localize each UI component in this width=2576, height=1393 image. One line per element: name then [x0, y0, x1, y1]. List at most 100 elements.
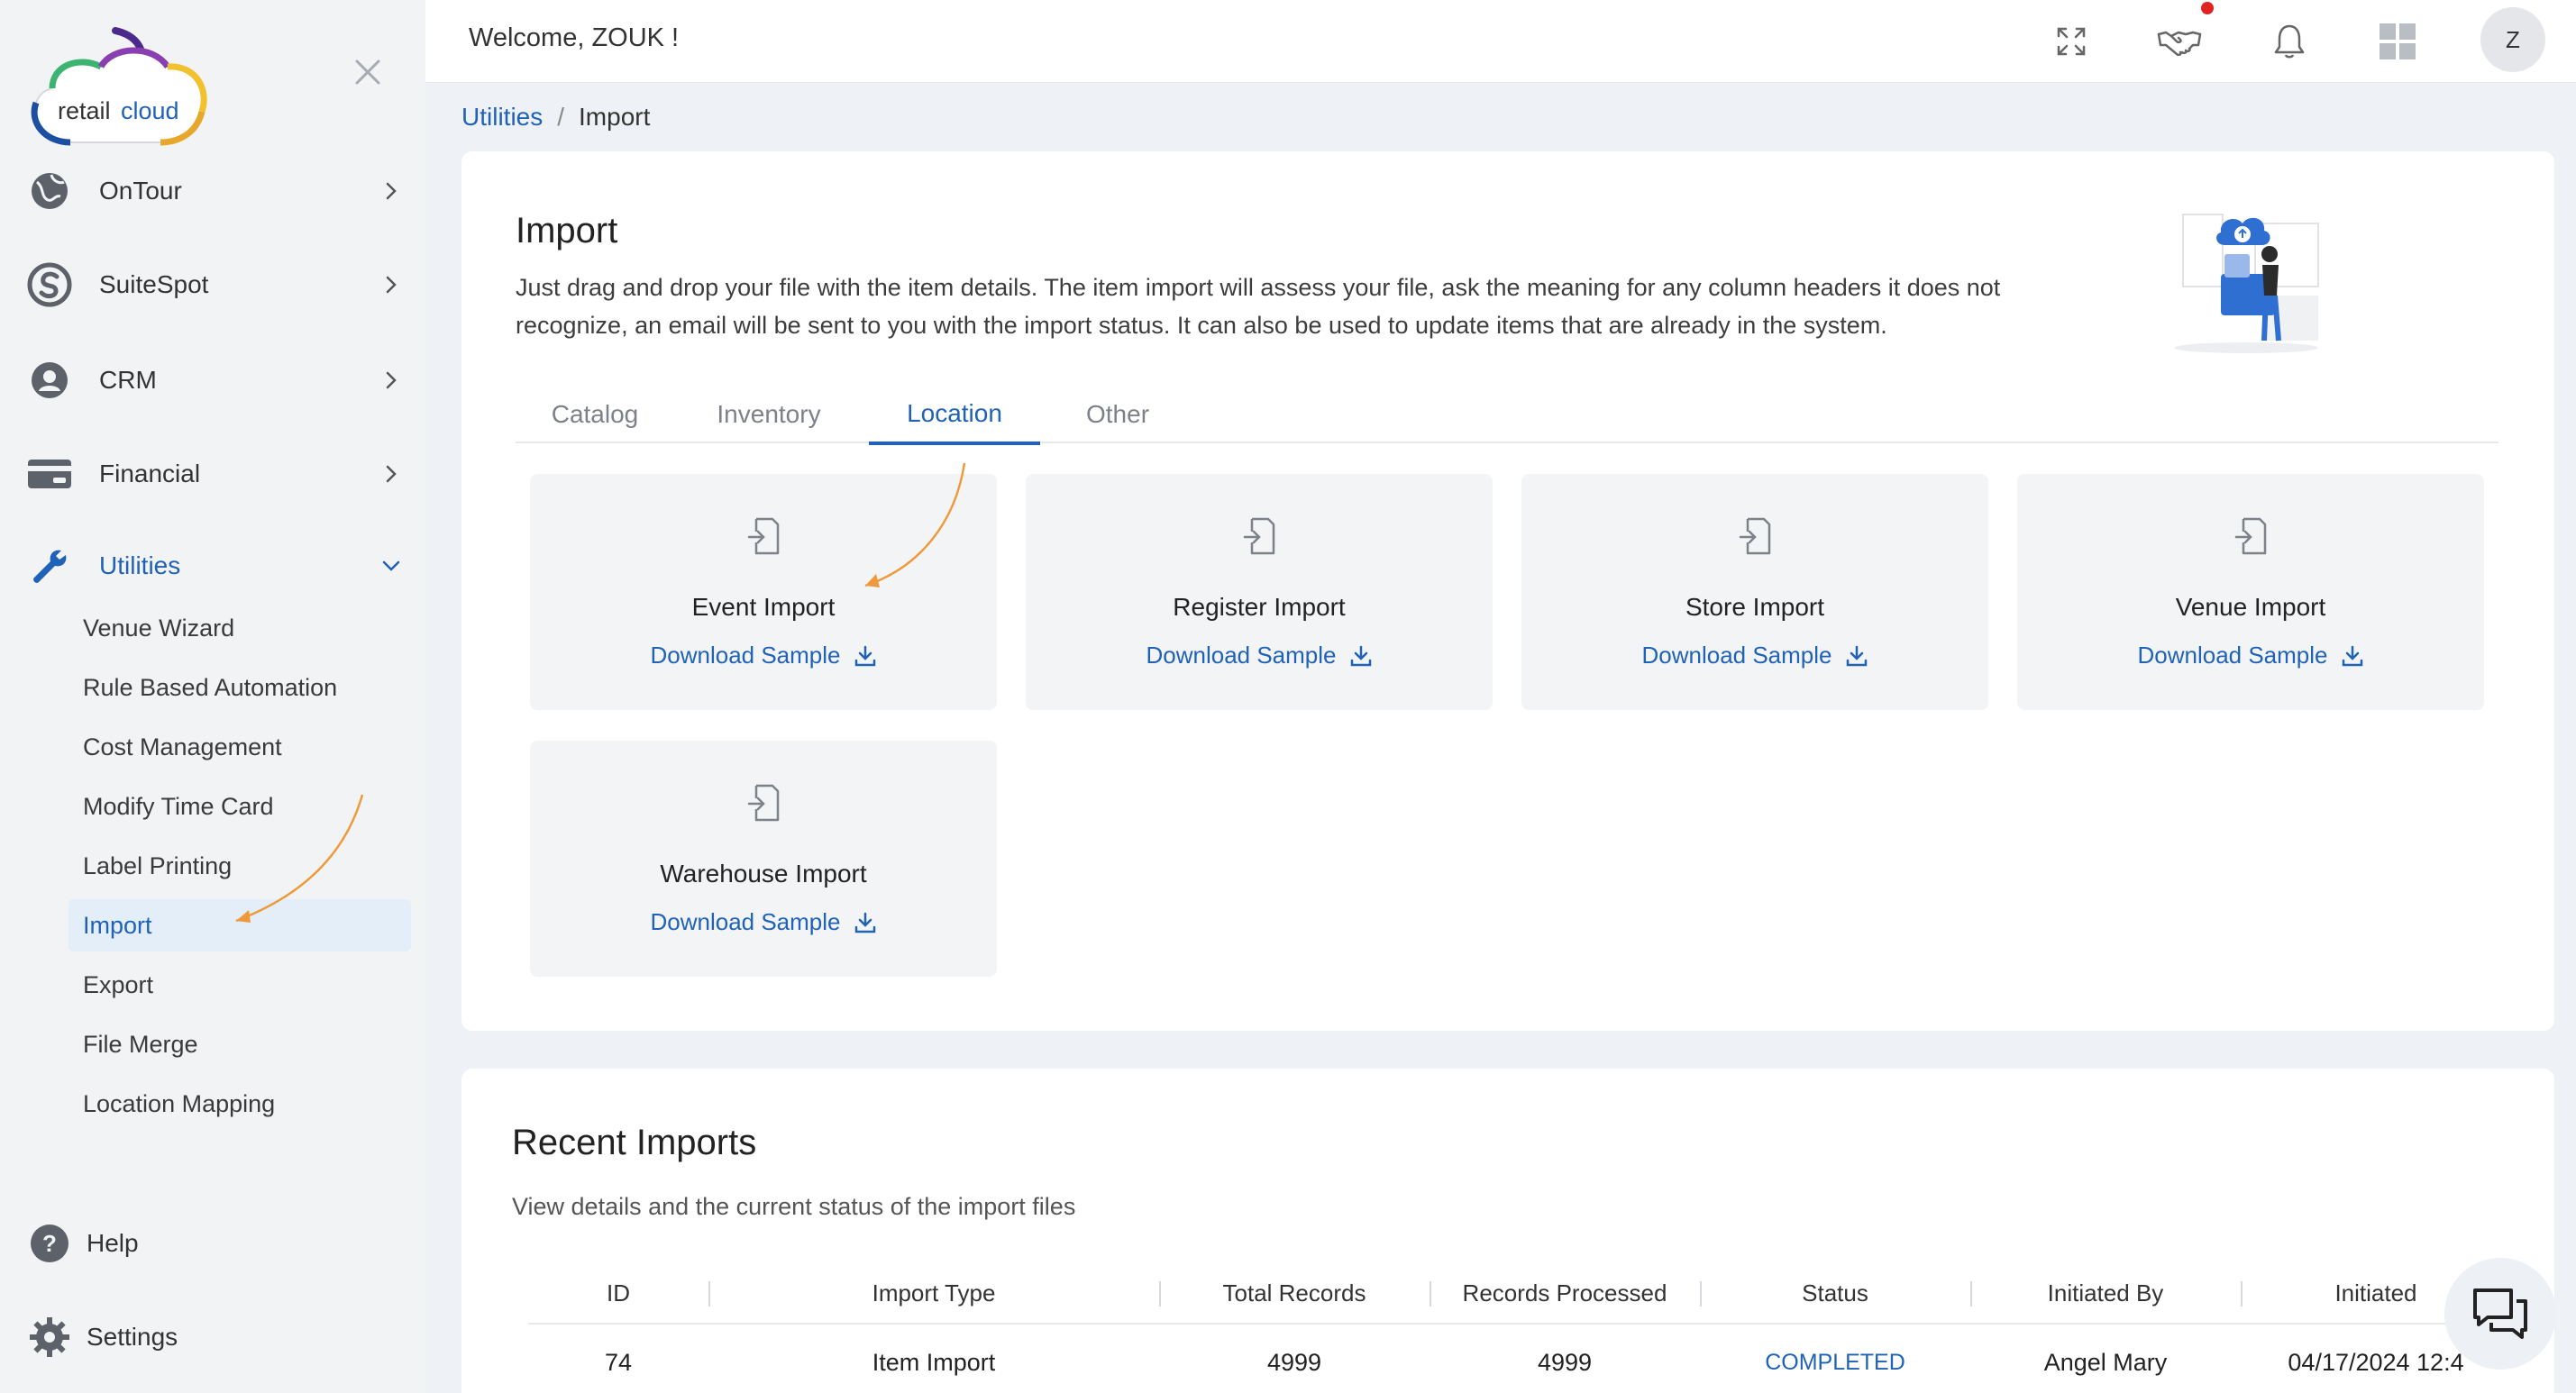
breadcrumb: Utilities / Import: [461, 103, 650, 132]
breadcrumb-separator: /: [557, 103, 565, 131]
tile-title: Event Import: [691, 593, 836, 621]
handshake-icon[interactable]: [2154, 16, 2205, 67]
column-header-initiated-by[interactable]: Initiated By: [1970, 1261, 2241, 1325]
sidebar-item-utilities[interactable]: Utilities: [0, 530, 425, 602]
sidebar-subitem-location-mapping[interactable]: Location Mapping: [69, 1078, 411, 1130]
download-sample-label: Download Sample: [650, 908, 841, 935]
column-header-import-type[interactable]: Import Type: [708, 1261, 1159, 1325]
notification-dot: [2201, 2, 2214, 14]
download-icon: [2342, 645, 2362, 666]
import-card: Import Just drag and drop your file with…: [461, 151, 2554, 1031]
warehouse-import-tile[interactable]: Warehouse Import Download Sample: [530, 741, 997, 977]
sidebar-item-ontour[interactable]: OnTour: [0, 155, 425, 227]
sidebar-subitem-label-printing[interactable]: Label Printing: [69, 840, 411, 892]
sidebar-item-label: OnTour: [99, 177, 182, 205]
cell-id: 74: [604, 1348, 633, 1376]
chevron-right-icon: [386, 276, 397, 294]
register-import-tile[interactable]: Register Import Download Sample: [1026, 474, 1493, 710]
file-import-icon: [747, 517, 780, 555]
tile-title: Warehouse Import: [660, 860, 867, 888]
tab-catalog[interactable]: Catalog: [516, 386, 674, 443]
download-icon: [1350, 645, 1371, 666]
chevron-down-icon: [382, 560, 400, 571]
store-import-tile[interactable]: Store Import Download Sample: [1521, 474, 1988, 710]
cell-records-processed: 4999: [1537, 1348, 1593, 1376]
import-description: Just drag and drop your file with the it…: [516, 274, 2001, 339]
retailcloud-logo[interactable]: retail cloud: [25, 25, 211, 151]
table-header: ID Import Type Total Records Records Pro…: [528, 1261, 2511, 1325]
tile-title: Store Import: [1685, 593, 1825, 621]
sidebar: retail cloud OnTour SuiteSpot CRM Financ…: [0, 0, 425, 1393]
sidebar-item-financial[interactable]: Financial: [0, 438, 425, 510]
import-tabs: Catalog Inventory Location Other: [516, 386, 2498, 445]
chevron-right-icon: [386, 182, 397, 200]
cell-total-records: 4999: [1266, 1348, 1322, 1376]
download-sample-label: Download Sample: [650, 642, 841, 669]
sidebar-item-help[interactable]: ? Help: [0, 1207, 425, 1279]
download-sample-link[interactable]: Download Sample: [2017, 642, 2484, 669]
chevron-right-icon: [386, 465, 397, 483]
file-import-icon: [1243, 517, 1275, 555]
globe-icon: [25, 167, 74, 215]
column-header-id[interactable]: ID: [528, 1261, 708, 1325]
fullscreen-icon[interactable]: [2046, 16, 2096, 67]
welcome-message: Welcome, ZOUK !: [469, 23, 680, 52]
cloud-upload-illustration: [2165, 196, 2345, 359]
file-import-icon: [747, 784, 780, 822]
download-sample-label: Download Sample: [1146, 642, 1337, 669]
sidebar-item-suitespot[interactable]: SuiteSpot: [0, 249, 425, 321]
wrench-icon: [25, 542, 74, 590]
venue-import-tile[interactable]: Venue Import Download Sample: [2017, 474, 2484, 710]
column-header-records-processed[interactable]: Records Processed: [1430, 1261, 1700, 1325]
sidebar-subitem-import[interactable]: Import: [69, 899, 411, 951]
download-sample-link[interactable]: Download Sample: [1521, 642, 1988, 669]
breadcrumb-current: Import: [579, 103, 651, 131]
event-import-tile[interactable]: Event Import Download Sample: [530, 474, 997, 710]
credit-card-icon: [25, 450, 74, 498]
close-sidebar-icon[interactable]: [348, 52, 388, 92]
sidebar-subitem-file-merge[interactable]: File Merge: [69, 1018, 411, 1070]
top-bar: Welcome, ZOUK ! Z: [425, 0, 2576, 83]
settings-gear-icon: [25, 1313, 74, 1361]
help-icon: ?: [25, 1219, 74, 1268]
grid-apps-icon[interactable]: [2372, 16, 2423, 67]
tile-title: Register Import: [1173, 593, 1346, 621]
chevron-right-icon: [386, 371, 397, 389]
download-sample-link[interactable]: Download Sample: [1026, 642, 1493, 669]
bell-icon[interactable]: [2264, 16, 2315, 67]
sidebar-subitem-cost-management[interactable]: Cost Management: [69, 721, 411, 773]
breadcrumb-utilities-link[interactable]: Utilities: [461, 103, 543, 132]
download-icon: [1846, 645, 1867, 666]
page-title: Import: [516, 211, 618, 250]
sidebar-item-settings[interactable]: Settings: [0, 1301, 425, 1373]
logo-text-cloud: cloud: [121, 97, 179, 124]
sidebar-item-crm[interactable]: CRM: [0, 344, 425, 416]
download-sample-link[interactable]: Download Sample: [530, 642, 997, 669]
crm-gear-icon: [25, 356, 74, 405]
column-header-total-records[interactable]: Total Records: [1159, 1261, 1430, 1325]
sidebar-subitem-rule-based-automation[interactable]: Rule Based Automation: [69, 661, 411, 714]
sidebar-item-label: SuiteSpot: [99, 270, 209, 298]
chat-button[interactable]: [2444, 1258, 2556, 1370]
sidebar-subitem-modify-time-card[interactable]: Modify Time Card: [69, 780, 411, 833]
tab-location[interactable]: Location: [869, 386, 1040, 445]
sidebar-subitem-export[interactable]: Export: [69, 959, 411, 1011]
column-header-status[interactable]: Status: [1700, 1261, 1970, 1325]
tab-other[interactable]: Other: [1040, 386, 1195, 443]
tab-inventory[interactable]: Inventory: [674, 386, 863, 443]
download-sample-label: Download Sample: [2137, 642, 2328, 669]
suitespot-icon: [25, 260, 74, 309]
sidebar-subitem-venue-wizard[interactable]: Venue Wizard: [69, 602, 411, 654]
recent-imports-subtitle: View details and the current status of t…: [512, 1193, 1076, 1220]
file-import-icon: [2234, 517, 2267, 555]
download-icon: [854, 645, 875, 666]
avatar[interactable]: Z: [2480, 7, 2545, 72]
sidebar-item-label: Help: [87, 1229, 139, 1257]
tile-title: Venue Import: [2175, 593, 2326, 621]
download-sample-link[interactable]: Download Sample: [530, 908, 997, 936]
cell-initiated-by: Angel Mary: [2043, 1348, 2168, 1376]
sidebar-item-label: CRM: [99, 366, 157, 394]
table-row[interactable]: 74 Item Import 4999 4999 COMPLETED Angel…: [528, 1326, 2511, 1393]
chat-icon: [2473, 1288, 2527, 1339]
download-icon: [854, 912, 875, 933]
